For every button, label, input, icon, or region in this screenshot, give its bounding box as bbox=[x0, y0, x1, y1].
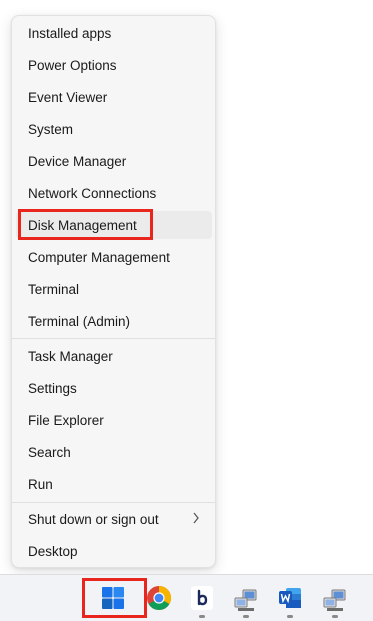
computer-network-icon[interactable] bbox=[233, 587, 259, 613]
menu-item-label: System bbox=[28, 121, 74, 137]
taskbar bbox=[0, 574, 373, 621]
menu-item-terminal-admin[interactable]: Terminal (Admin) bbox=[16, 307, 212, 335]
menu-divider bbox=[12, 502, 215, 503]
menu-item-label: Desktop bbox=[28, 543, 78, 559]
menu-item-label: Installed apps bbox=[28, 25, 112, 41]
menu-item-installed-apps[interactable]: Installed apps bbox=[16, 19, 212, 47]
menu-item-event-viewer[interactable]: Event Viewer bbox=[16, 83, 212, 111]
windows-start-icon[interactable] bbox=[101, 586, 125, 610]
computer-network-icon[interactable] bbox=[322, 587, 348, 613]
menu-item-desktop[interactable]: Desktop bbox=[16, 537, 212, 565]
menu-item-file-explorer[interactable]: File Explorer bbox=[16, 406, 212, 434]
menu-item-label: Run bbox=[28, 476, 53, 492]
menu-item-terminal[interactable]: Terminal bbox=[16, 275, 212, 303]
chevron-right-icon bbox=[193, 512, 199, 524]
app-b-icon[interactable] bbox=[191, 586, 213, 610]
running-indicator bbox=[243, 615, 249, 618]
menu-item-run[interactable]: Run bbox=[16, 470, 212, 498]
menu-item-label: Power Options bbox=[28, 57, 117, 73]
menu-item-settings[interactable]: Settings bbox=[16, 374, 212, 402]
menu-item-computer-management[interactable]: Computer Management bbox=[16, 243, 212, 271]
menu-divider bbox=[12, 338, 215, 339]
quick-link-menu: Installed apps Power Options Event Viewe… bbox=[11, 15, 216, 568]
menu-item-label: File Explorer bbox=[28, 412, 104, 428]
running-indicator bbox=[332, 615, 338, 618]
chrome-icon[interactable] bbox=[146, 585, 172, 611]
menu-item-label: Search bbox=[28, 444, 71, 460]
menu-item-shut-down-or-sign-out[interactable]: Shut down or sign out bbox=[16, 505, 212, 533]
menu-item-system[interactable]: System bbox=[16, 115, 212, 143]
menu-item-label: Network Connections bbox=[28, 185, 157, 201]
menu-item-task-manager[interactable]: Task Manager bbox=[16, 342, 212, 370]
menu-item-label: Device Manager bbox=[28, 153, 127, 169]
menu-item-label: Terminal bbox=[28, 281, 80, 297]
menu-item-label: Event Viewer bbox=[28, 89, 108, 105]
running-indicator bbox=[199, 615, 205, 618]
running-indicator bbox=[287, 615, 293, 618]
menu-item-label: Task Manager bbox=[28, 348, 113, 364]
menu-item-label: Terminal (Admin) bbox=[28, 313, 131, 329]
menu-item-label: Shut down or sign out bbox=[28, 511, 159, 527]
menu-item-network-connections[interactable]: Network Connections bbox=[16, 179, 212, 207]
menu-item-device-manager[interactable]: Device Manager bbox=[16, 147, 212, 175]
menu-item-label: Disk Management bbox=[28, 217, 137, 233]
menu-item-label: Settings bbox=[28, 380, 77, 396]
word-icon[interactable] bbox=[278, 586, 302, 610]
menu-item-search[interactable]: Search bbox=[16, 438, 212, 466]
menu-item-label: Computer Management bbox=[28, 249, 170, 265]
menu-item-power-options[interactable]: Power Options bbox=[16, 51, 212, 79]
menu-item-disk-management[interactable]: Disk Management bbox=[16, 211, 212, 239]
